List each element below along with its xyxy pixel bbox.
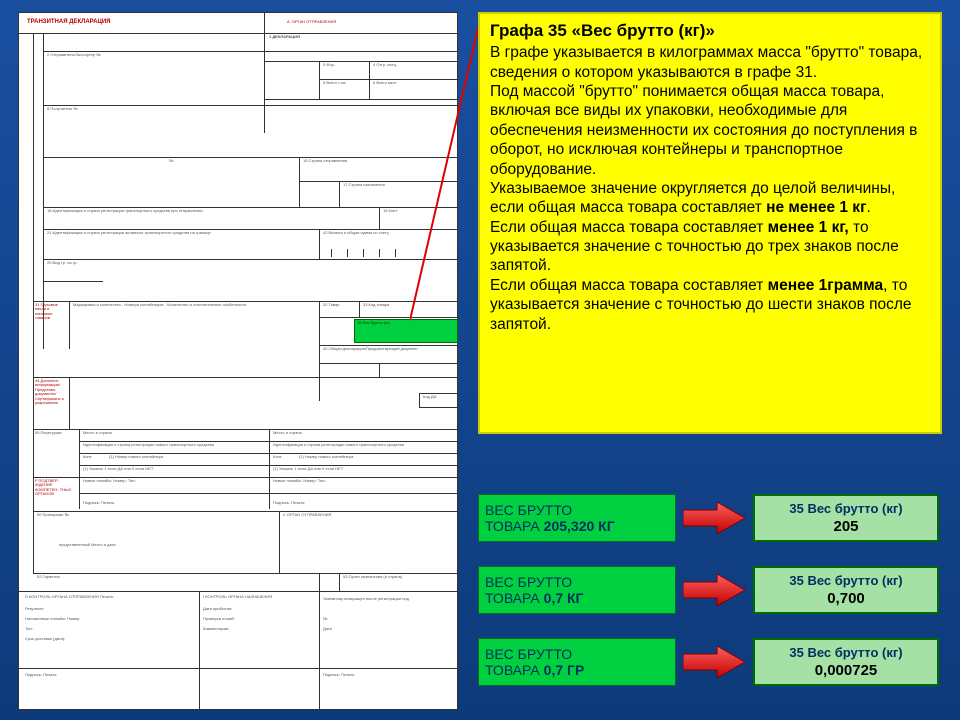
exp-b3: менее 1грамма <box>768 277 884 294</box>
example-source: ВЕС БРУТТО ТОВАРА 205,320 КГ <box>478 494 676 542</box>
l31b: Маркировка и количество - Номера контейн… <box>73 303 303 307</box>
ex-src-l1: ВЕС БРУТТО <box>485 502 572 518</box>
l55: 55 Перегрузки <box>35 431 62 435</box>
header-organ: А. ОРГАН ОТПРАВЛЕНИЯ <box>287 20 336 24</box>
l25: 25 Вид тр. на гр. <box>47 261 78 265</box>
lI: I КОНТРОЛЬ ОРГАНА НАЗНАЧЕНИЯ <box>203 595 272 599</box>
lS2: Новые пломбы: Номер: Тип: <box>273 479 326 483</box>
lIkom: Комментарии: <box>203 627 229 631</box>
ex-dst-val: 0,000725 <box>815 662 878 679</box>
example-row-1: ВЕС БРУТТО ТОВАРА 205,320 КГ 35 Вес брут… <box>478 494 942 542</box>
l14: № <box>169 159 173 163</box>
lC1: (1) Указать 1 если ДА или 0 если НЕТ <box>83 467 153 471</box>
l53: 53 Орган назначения (и страна) <box>343 575 402 579</box>
ex-src-l1: ВЕС БРУТТО <box>485 574 572 590</box>
l55c: Идентификация и страна регистрации новог… <box>83 443 263 447</box>
l50b: представленный Место и дата <box>59 543 116 547</box>
ex-src-val: 205,320 КГ <box>544 518 615 534</box>
l44kd: Код ДИ <box>423 395 437 399</box>
lK2: Конт. <box>273 455 282 459</box>
lIdate2: Дата <box>323 627 332 631</box>
example-row-3: ВЕС БРУТТО ТОВАРА 0,7 ГР 35 Вес брутто (… <box>478 638 942 686</box>
lSg1: Подпись: Печать: <box>83 501 115 505</box>
explanation-box: Графа 35 «Вес брутто (кг)» В графе указы… <box>478 12 942 434</box>
lIpod1: Подпись: Печать: <box>25 673 57 677</box>
l5: 5 Всего т-ов <box>323 81 345 85</box>
l19: 19 Конт. <box>383 209 398 213</box>
l55a: Место и страна <box>83 431 112 435</box>
lDr: Результат: <box>25 607 44 611</box>
ex-dst-lbl: 35 Вес брутто (кг) <box>789 573 902 588</box>
lIplomb: Проверка пломб: <box>203 617 235 621</box>
l3: 3 Фор... <box>323 63 337 67</box>
l17: 17 Страна назначения <box>343 183 385 187</box>
lSg2: Подпись: Печать: <box>273 501 305 505</box>
l54: 50 Принципал № <box>37 513 69 517</box>
example-result: 35 Вес брутто (кг) 0,700 <box>753 566 939 614</box>
example-result: 35 Вес брутто (кг) 0,000725 <box>753 638 939 686</box>
form-title: ТРАНЗИТНАЯ ДЕКЛАРАЦИЯ <box>27 19 110 25</box>
l52: 52 Гарантия <box>37 575 60 579</box>
l44h: 44 Дополнит. информация/ Представл. доку… <box>35 379 67 405</box>
example-result: 35 Вес брутто (кг) 205 <box>753 494 939 542</box>
l33: 33 Код товара <box>363 303 389 307</box>
ex-dst-lbl: 35 Вес брутто (кг) <box>789 501 902 516</box>
ex-src-val: 0,7 КГ <box>544 590 584 606</box>
lDt: Тип: <box>25 627 33 631</box>
ex-src-l1: ВЕС БРУТТО <box>485 646 572 662</box>
l2: 2 Отправитель/Экспортер № <box>47 53 101 57</box>
lS1: Новые пломбы: Номер: Тип: <box>83 479 136 483</box>
lDp: Наложенные пломбы: Номер: <box>25 617 81 621</box>
lIno: № <box>323 617 327 621</box>
l6: 6 Всего мест <box>373 81 397 85</box>
arrow-icon <box>683 502 745 534</box>
lIex: Экземпляр возвращен после регистрации по… <box>323 597 443 601</box>
lIpod2: Подпись: Печать: <box>323 673 355 677</box>
box-1: 1 ДЕКЛАРАЦИЯ <box>269 35 300 39</box>
exp-b1: не менее 1 кг <box>766 199 866 216</box>
example-source: ВЕС БРУТТО ТОВАРА 0,7 ГР <box>478 638 676 686</box>
l42: 42 Валюта и общая сумма по счету <box>323 231 389 235</box>
arrow-icon <box>683 574 745 606</box>
lNI2: (1) Номер нового контейнера <box>299 455 353 459</box>
l55b: Место и страна <box>273 431 302 435</box>
ex-dst-val: 0,700 <box>827 590 865 607</box>
example-row-2: ВЕС БРУТТО ТОВАРА 0,7 КГ 35 Вес брутто (… <box>478 566 942 614</box>
ex-dst-lbl: 35 Вес брутто (кг) <box>789 645 902 660</box>
exp-t1: В графе указывается в килограммах масса … <box>490 44 922 216</box>
lK1: Конт. <box>83 455 92 459</box>
ex-dst-val: 205 <box>833 518 858 535</box>
lF: F ПОДТВЕР- ЖДЕНИЕ КОМПЕТЕН- ТНЫХ ОРГАНОВ <box>35 479 75 497</box>
l31h: 31 Грузовые места и описание товаров <box>35 303 67 321</box>
lNI1: (1) Номер нового контейнера <box>109 455 163 459</box>
lDs: Срок доставки (дата): <box>25 637 65 641</box>
l21: 21 Идентификация и страна регистрации ак… <box>47 231 307 235</box>
l35: 35 Вес брутто (кг) <box>357 321 390 325</box>
ex-src-l2: ТОВАРА <box>485 518 544 534</box>
ex-src-l2: ТОВАРА <box>485 662 544 678</box>
l4: 4 Отгр. спец. <box>373 63 397 67</box>
l8: 8 Получатель № <box>47 107 78 111</box>
arrow-icon <box>683 646 745 678</box>
ex-src-val: 0,7 ГР <box>544 662 585 678</box>
l32: 32 Товар <box>323 303 339 307</box>
lC2: (1) Указать 1 если ДА или 0 если НЕТ <box>273 467 343 471</box>
lIdate: Дата прибытия: <box>203 607 232 611</box>
l15: 15 Страна отправления <box>303 159 347 163</box>
lC: C ОРГАН ОТПРАВЛЕНИЯ <box>283 513 331 517</box>
ex-src-l2: ТОВАРА <box>485 590 544 606</box>
explanation-title: Графа 35 «Вес брутто (кг)» <box>490 20 930 41</box>
exp-b2: менее 1 кг, <box>768 219 849 236</box>
l55d: Идентификация и страна регистрации новог… <box>273 443 453 447</box>
transit-declaration-form: ТРАНЗИТНАЯ ДЕКЛАРАЦИЯ А. ОРГАН ОТПРАВЛЕН… <box>18 12 458 710</box>
l40: 40 Общая декларация/Предшествующий докум… <box>323 347 455 351</box>
l18: 18 Идентификация и страна регистрации тр… <box>47 209 347 213</box>
lD: D КОНТРОЛЬ ОРГАНА ОТПРАВЛЕНИЯ Печать: <box>25 595 114 599</box>
example-source: ВЕС БРУТТО ТОВАРА 0,7 КГ <box>478 566 676 614</box>
